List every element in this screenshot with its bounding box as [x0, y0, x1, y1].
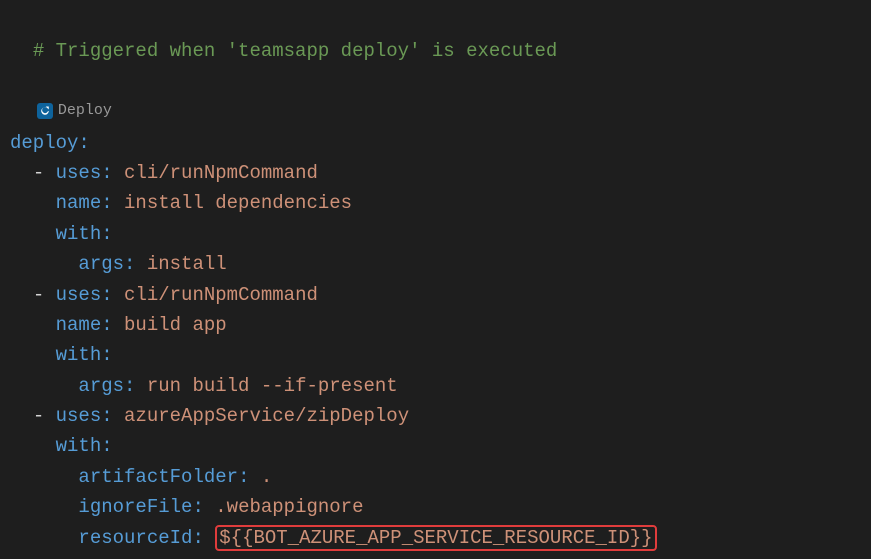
codelens-label: Deploy	[58, 99, 112, 123]
codelens-deploy[interactable]: Deploy	[37, 98, 112, 124]
task2-with: with:	[10, 340, 861, 370]
task1-uses: - uses: cli/runNpmCommand	[10, 158, 861, 188]
task2-args: args: run build --if-present	[10, 371, 861, 401]
task3-uses: - uses: azureAppService/zipDeploy	[10, 401, 861, 431]
comment-line: # Triggered when 'teamsapp deploy' is ex…	[10, 6, 861, 67]
codelens-row: Deploy	[10, 67, 861, 128]
task3-resourceid: resourceId: ${{BOT_AZURE_APP_SERVICE_RES…	[10, 523, 861, 553]
task2-uses: - uses: cli/runNpmCommand	[10, 280, 861, 310]
yaml-key-deploy: deploy:	[10, 128, 861, 158]
yaml-comment: # Triggered when 'teamsapp deploy' is ex…	[33, 40, 558, 62]
task3-artifact: artifactFolder: .	[10, 462, 861, 492]
highlight-annotation: ${{BOT_AZURE_APP_SERVICE_RESOURCE_ID}}	[215, 525, 656, 551]
task1-with: with:	[10, 219, 861, 249]
task1-name: name: install dependencies	[10, 188, 861, 218]
task1-args: args: install	[10, 249, 861, 279]
task2-name: name: build app	[10, 310, 861, 340]
task3-with: with:	[10, 431, 861, 461]
task3-ignore: ignoreFile: .webappignore	[10, 492, 861, 522]
refresh-icon	[37, 103, 53, 119]
